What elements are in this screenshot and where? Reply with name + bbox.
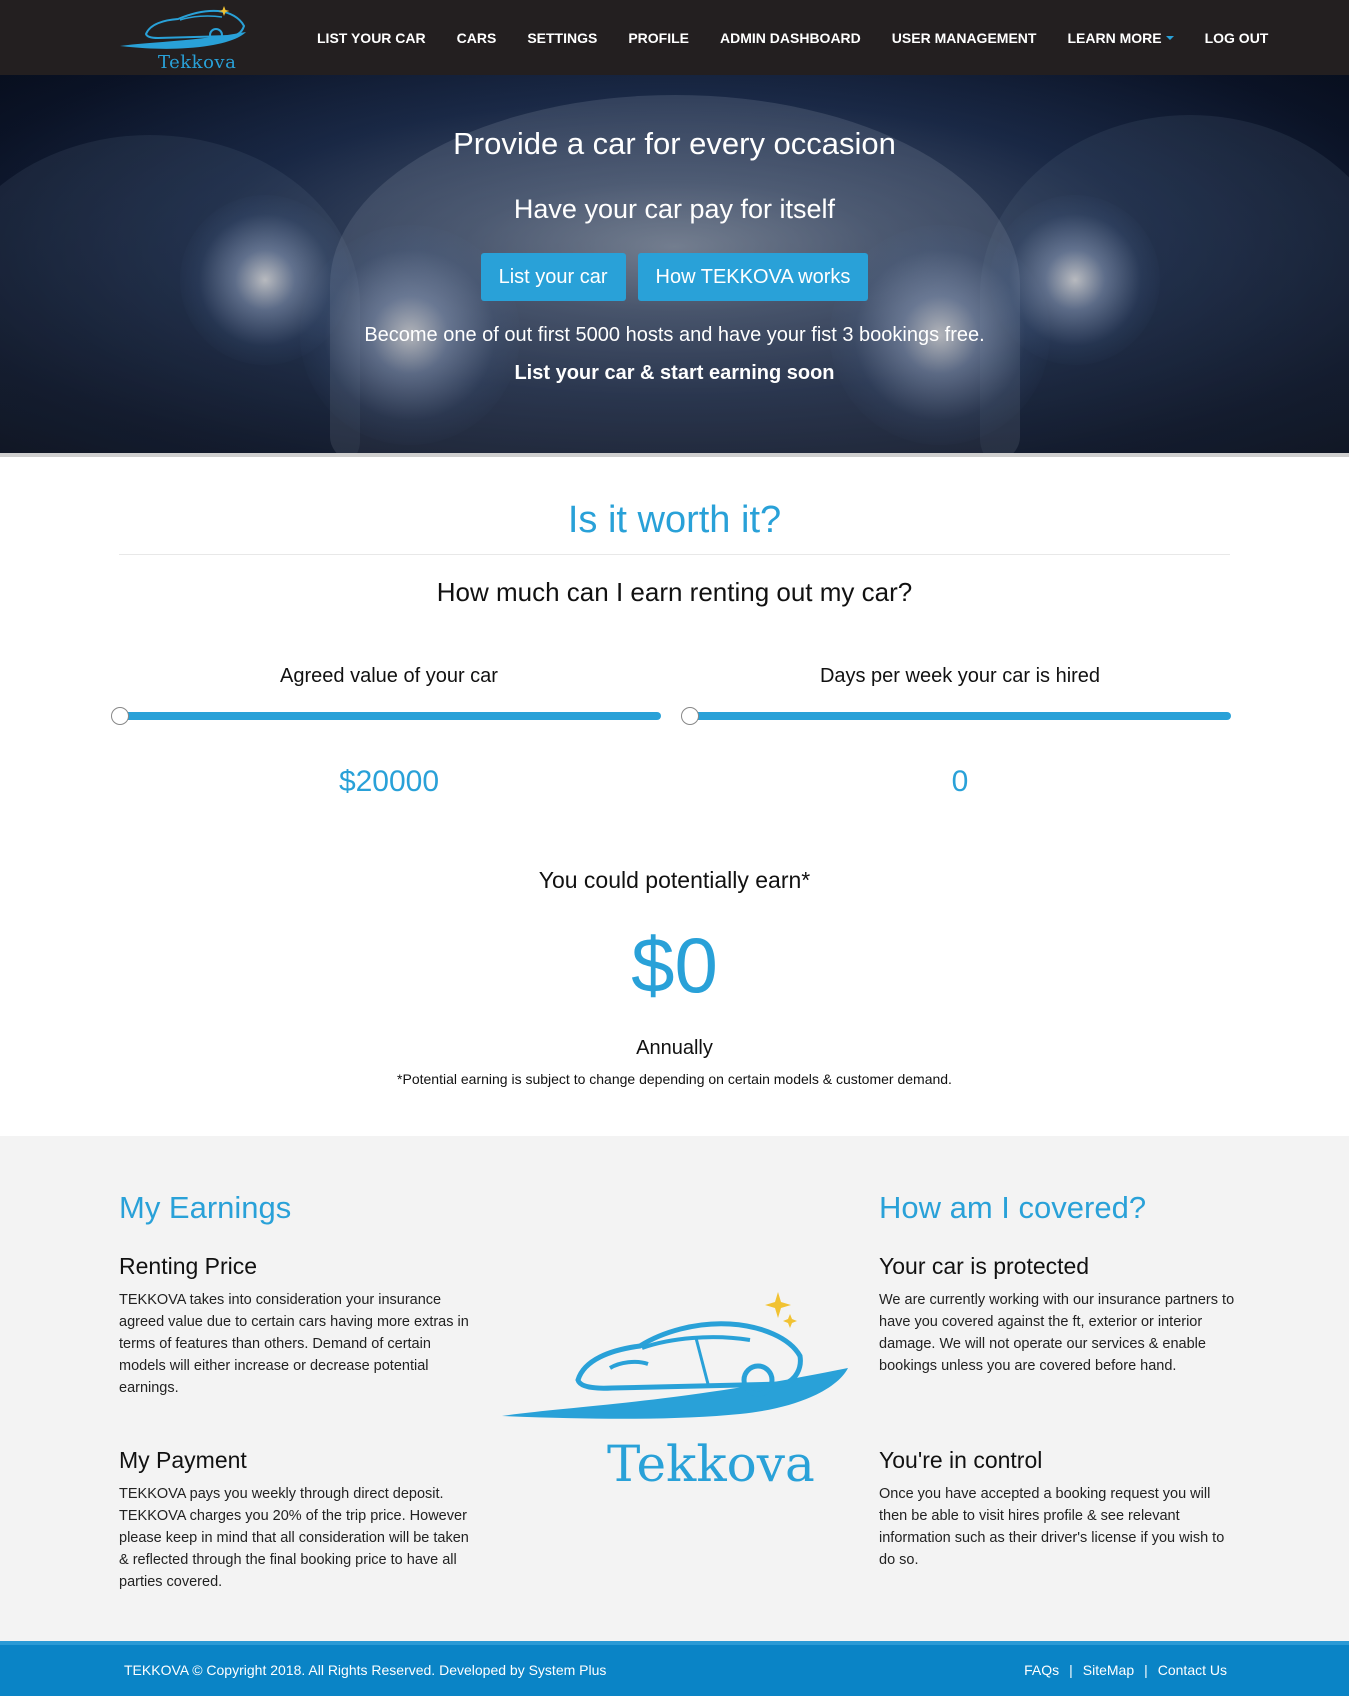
car-protected-heading: Your car is protected xyxy=(879,1253,1090,1279)
nav-learn-more[interactable]: LEARN MORE xyxy=(1067,29,1174,46)
footer-separator: | xyxy=(1069,1662,1073,1678)
list-your-car-button[interactable]: List your car xyxy=(480,253,626,301)
nav-settings[interactable]: SETTINGS xyxy=(527,30,597,46)
coverage-title: How am I covered? xyxy=(879,1190,1147,1225)
footer-faqs-link[interactable]: FAQs xyxy=(1024,1662,1059,1678)
my-earnings-column: My Earnings Renting Price TEKKOVA takes … xyxy=(119,1190,479,1600)
potential-earn-amount: $0 xyxy=(631,921,718,1009)
brand-name-large: Tekkova xyxy=(607,1435,815,1493)
section-divider xyxy=(119,554,1230,555)
car-value-slider-track[interactable] xyxy=(120,712,661,720)
footer: TEKKOVA © Copyright 2018. All Rights Res… xyxy=(0,1641,1349,1696)
hero-promo-text: Become one of out first 5000 hosts and h… xyxy=(364,324,985,346)
hero-divider xyxy=(0,453,1349,457)
footer-separator: | xyxy=(1144,1662,1148,1678)
car-value-label: Agreed value of your car xyxy=(280,665,498,687)
earn-question: How much can I earn renting out my car? xyxy=(436,577,913,607)
nav-log-out[interactable]: LOG OUT xyxy=(1205,30,1269,46)
my-payment-heading: My Payment xyxy=(119,1447,247,1473)
brand-name: Tekkova xyxy=(158,52,237,73)
nav-list-your-car[interactable]: LIST YOUR CAR xyxy=(317,30,426,46)
chevron-down-icon xyxy=(1165,35,1174,40)
footer-links: FAQs | SiteMap | Contact Us xyxy=(1024,1662,1227,1678)
nav-user-management[interactable]: USER MANAGEMENT xyxy=(892,30,1037,46)
days-per-week-slider-handle[interactable] xyxy=(681,707,699,725)
renting-price-heading: Renting Price xyxy=(119,1253,258,1279)
worth-it-title: Is it worth it? xyxy=(567,499,782,541)
car-logo-icon xyxy=(120,6,246,49)
car-protected-text: We are currently working with our insura… xyxy=(879,1292,1235,1374)
coverage-column: How am I covered? Your car is protected … xyxy=(879,1190,1239,1600)
hero-banner: Provide a car for every occasion Have yo… xyxy=(0,75,1349,457)
nav-cars[interactable]: CARS xyxy=(457,30,497,46)
how-tekkova-works-button[interactable]: How TEKKOVA works xyxy=(637,253,869,301)
nav-admin-dashboard[interactable]: ADMIN DASHBOARD xyxy=(720,30,861,46)
days-per-week-slider-track[interactable] xyxy=(690,712,1231,720)
hero-buttons: List your car How TEKKOVA works xyxy=(0,253,1349,301)
potential-earn-label: You could potentially earn* xyxy=(538,867,811,893)
in-control-heading: You're in control xyxy=(879,1447,1043,1473)
hero-title: Provide a car for every occasion xyxy=(453,126,896,161)
brand-logo[interactable]: Tekkova xyxy=(118,2,258,73)
car-value-display: $20000 xyxy=(338,765,440,798)
top-navbar: Tekkova LIST YOUR CAR CARS SETTINGS PROF… xyxy=(0,0,1349,75)
days-per-week-display: 0 xyxy=(951,765,969,798)
renting-price-text: TEKKOVA takes into consideration your in… xyxy=(119,1292,469,1396)
days-per-week-label: Days per week your car is hired xyxy=(819,665,1101,687)
hero-subtitle: Have your car pay for itself xyxy=(513,194,836,224)
footer-copyright: TEKKOVA © Copyright 2018. All Rights Res… xyxy=(124,1662,607,1678)
earn-period: Annually xyxy=(636,1037,713,1059)
hero-cta-text: List your car & start earning soon xyxy=(514,362,835,384)
main-menu: LIST YOUR CAR CARS SETTINGS PROFILE ADMI… xyxy=(317,0,1299,75)
in-control-text: Once you have accepted a booking request… xyxy=(879,1486,1225,1568)
earn-disclaimer: *Potential earning is subject to change … xyxy=(397,1071,952,1087)
nav-profile[interactable]: PROFILE xyxy=(628,30,689,46)
my-earnings-title: My Earnings xyxy=(119,1190,292,1225)
my-payment-text: TEKKOVA pays you weekly through direct d… xyxy=(119,1486,469,1590)
nav-learn-more-label: LEARN MORE xyxy=(1067,29,1162,46)
car-value-slider-handle[interactable] xyxy=(111,707,129,725)
footer-sitemap-link[interactable]: SiteMap xyxy=(1083,1662,1134,1678)
footer-contact-link[interactable]: Contact Us xyxy=(1158,1662,1227,1678)
